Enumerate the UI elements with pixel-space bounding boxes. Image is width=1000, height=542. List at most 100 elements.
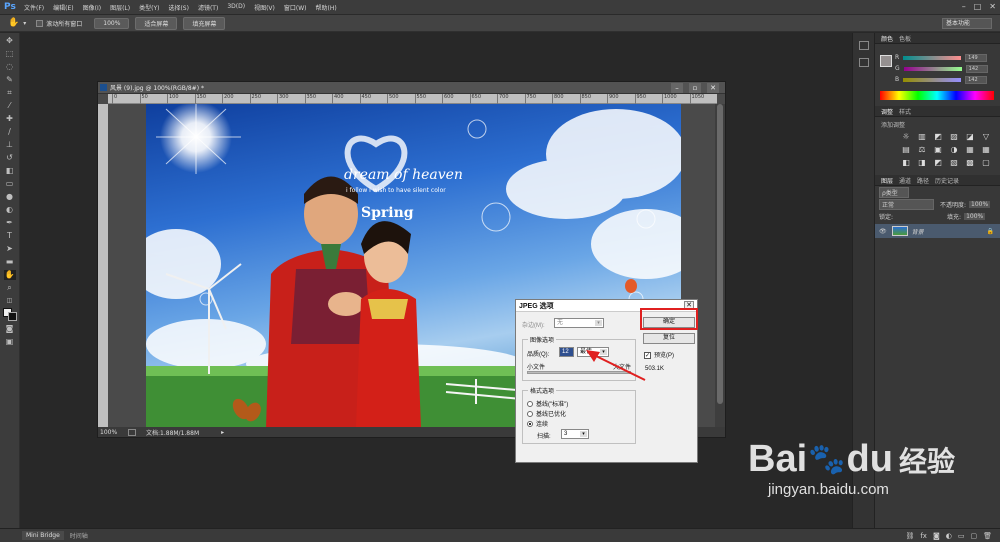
eye-icon[interactable]: 👁 [879, 228, 887, 235]
blur-tool-icon[interactable]: ● [4, 192, 16, 202]
scan-select[interactable]: 3 ▾ [561, 429, 589, 439]
adjustment-icon[interactable]: ▤ [901, 145, 911, 154]
slider-g-value[interactable]: 142 [965, 64, 988, 73]
doc-minimize-button[interactable]: – [671, 83, 683, 93]
radio-progressive[interactable] [527, 421, 533, 428]
slider-b[interactable]: B 142 [895, 74, 1000, 85]
tab-mini-bridge[interactable]: Mini Bridge [22, 531, 64, 540]
folder-icon[interactable]: ▭ [958, 532, 965, 540]
zoom-tool-icon[interactable]: ⌕ [4, 283, 16, 293]
path-select-tool-icon[interactable]: ➤ [4, 244, 16, 254]
marquee-tool-icon[interactable]: ⬚ [4, 49, 16, 59]
properties-panel-icon[interactable] [858, 58, 869, 67]
tool-preset-dropdown-icon[interactable]: ▾ [23, 20, 26, 27]
slider-r[interactable]: R 149 [895, 52, 1000, 63]
adjustment-icon[interactable]: ⚖ [917, 145, 927, 154]
hand-tool-icon[interactable]: ✋ [3, 270, 16, 280]
menu-item[interactable]: 视图(V) [254, 3, 275, 12]
move-tool-icon[interactable]: ✥ [4, 36, 16, 46]
status-menu-arrow-icon[interactable]: ▸ [221, 429, 224, 436]
tab-timeline[interactable]: 时间轴 [70, 531, 88, 540]
radio-baseline[interactable] [527, 401, 533, 408]
menu-item[interactable]: 编辑(E) [53, 3, 73, 12]
mask-icon[interactable]: ◙ [933, 532, 940, 540]
adjustment-icon[interactable]: ▨ [949, 132, 959, 141]
tab-adjustments[interactable]: 调整 [881, 107, 893, 116]
default-colors-icon[interactable]: ◫ [4, 296, 16, 306]
zoom-level[interactable]: 100% [100, 429, 128, 436]
layer-row-background[interactable]: 👁 背景 🔒 [875, 224, 1000, 238]
quick-select-tool-icon[interactable]: ✎ [4, 75, 16, 85]
menu-item[interactable]: 3D(D) [227, 3, 245, 12]
quality-input[interactable]: 12 [559, 347, 574, 357]
healing-brush-tool-icon[interactable]: ✚ [4, 114, 16, 124]
slider-g-track[interactable] [903, 66, 962, 71]
menu-item[interactable]: 图层(L) [110, 3, 130, 12]
minimize-button[interactable]: – [962, 2, 966, 11]
menu-item[interactable]: 帮助(H) [316, 3, 337, 12]
fill-screen-button[interactable]: 填充屏幕 [183, 16, 226, 30]
lasso-tool-icon[interactable]: ◌ [4, 62, 16, 72]
screen-mode-icon[interactable]: ▣ [4, 337, 16, 347]
eraser-tool-icon[interactable]: ◧ [4, 166, 16, 176]
tab-paths[interactable]: 路径 [917, 176, 929, 185]
tab-styles[interactable]: 样式 [899, 107, 911, 116]
new-layer-icon[interactable]: ▢ [970, 532, 977, 540]
tab-channels[interactable]: 通道 [899, 176, 911, 185]
tab-swatches[interactable]: 色板 [899, 34, 911, 43]
slider-b-track[interactable] [903, 77, 962, 82]
adjustment-icon[interactable]: ☼ [901, 132, 911, 141]
matte-select[interactable]: 无 ▾ [554, 318, 604, 328]
brush-tool-icon[interactable]: ∕ [4, 127, 16, 137]
maximize-button[interactable]: □ [974, 2, 982, 11]
blend-mode-select[interactable]: 正常 [879, 198, 934, 210]
menu-item[interactable]: 选择(S) [168, 3, 189, 12]
menu-item[interactable]: 图像(I) [83, 3, 101, 12]
crop-tool-icon[interactable]: ⌗ [4, 88, 16, 98]
fx-icon[interactable]: fx [920, 532, 927, 540]
type-tool-icon[interactable]: T [4, 231, 16, 241]
zoom-100-button[interactable]: 100% [94, 17, 130, 29]
adjustment-icon[interactable]: ◧ [901, 158, 911, 167]
doc-close-button[interactable]: ✕ [707, 83, 719, 93]
format-progressive-radio[interactable]: 连续 [527, 419, 548, 428]
adjustment-icon[interactable]: ▦ [981, 145, 991, 154]
vertical-scrollbar[interactable] [715, 104, 725, 429]
format-optimized-radio[interactable]: 基线已优化 [527, 409, 566, 418]
adjustment-icon[interactable]: ◨ [917, 158, 927, 167]
menu-item[interactable]: 窗口(W) [284, 3, 307, 12]
adjustment-icon[interactable]: ▦ [965, 145, 975, 154]
adjustment-icon[interactable]: ▢ [981, 158, 991, 167]
slider-g[interactable]: G 142 [895, 63, 1000, 74]
scroll-thumb[interactable] [717, 104, 723, 404]
document-tab[interactable]: 风景 (9).jpg @ 100%(RGB/8#) * – ▫ ✕ [98, 82, 725, 94]
adjustment-icon[interactable]: ◪ [965, 132, 975, 141]
menu-item[interactable]: 滤镜(T) [198, 3, 218, 12]
adjustment-icon[interactable]: ▩ [965, 158, 975, 167]
doc-restore-button[interactable]: ▫ [689, 83, 701, 93]
tab-history[interactable]: 历史记录 [935, 176, 959, 185]
rectangle-tool-icon[interactable]: ▬ [4, 257, 16, 267]
slider-r-value[interactable]: 149 [965, 53, 988, 62]
adjustment-icon[interactable]: ◩ [933, 132, 943, 141]
tab-layers[interactable]: 图层 [881, 176, 893, 185]
eyedropper-tool-icon[interactable]: ⁄ [4, 101, 16, 111]
color-spectrum[interactable] [880, 91, 994, 100]
pen-tool-icon[interactable]: ✒ [4, 218, 16, 228]
reset-button[interactable]: 复位 [643, 333, 695, 344]
status-info-icon[interactable] [128, 428, 136, 436]
menu-item[interactable]: 类型(Y) [139, 3, 159, 12]
history-brush-tool-icon[interactable]: ↺ [4, 153, 16, 163]
fit-screen-button[interactable]: 适合屏幕 [135, 16, 178, 30]
menu-item[interactable]: 文件(F) [24, 3, 44, 12]
slider-r-track[interactable] [903, 55, 962, 60]
opacity-value[interactable]: 100% [969, 200, 991, 208]
clone-stamp-tool-icon[interactable]: ⊥ [4, 140, 16, 150]
history-panel-icon[interactable] [858, 41, 869, 50]
adjustment-icon[interactable]: ▣ [933, 145, 943, 154]
scroll-all-checkbox[interactable] [36, 19, 44, 27]
tab-color[interactable]: 颜色 [881, 34, 893, 43]
close-button[interactable]: ✕ [989, 2, 996, 11]
adjustment-icon[interactable]: ▧ [949, 158, 959, 167]
link-icon[interactable]: ⛓ [905, 532, 914, 540]
